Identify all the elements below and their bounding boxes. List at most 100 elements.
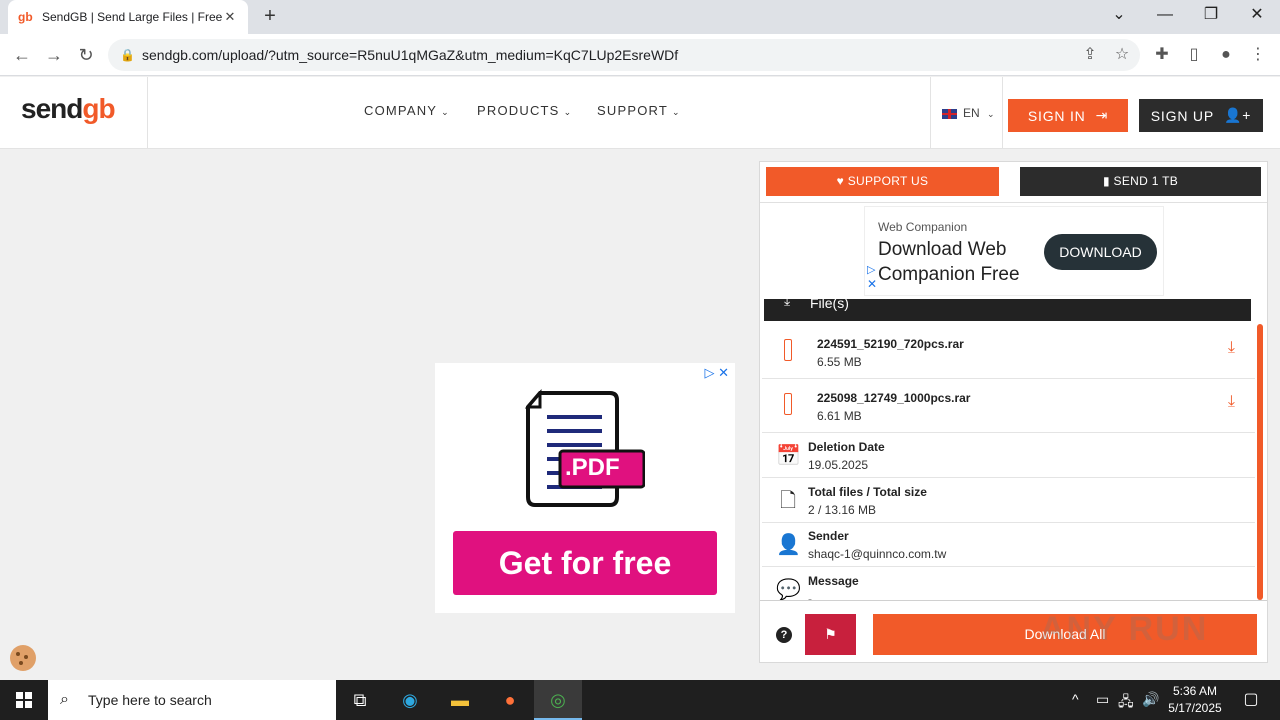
get-for-free-button[interactable]: Get for free <box>453 531 717 595</box>
start-button[interactable] <box>0 680 48 720</box>
search-placeholder: Type here to search <box>88 692 212 708</box>
menu-company[interactable]: COMPANY ⌄ <box>364 103 450 118</box>
support-us-button[interactable]: ♥ SUPPORT US <box>766 167 999 196</box>
system-clock[interactable]: 5:36 AM 5/17/2025 <box>1160 683 1230 717</box>
logo-text-send: send <box>21 93 83 124</box>
chevron-down-icon: ⌄ <box>672 107 681 117</box>
browser-tab[interactable]: gb SendGB | Send Large Files | Free f ✕ <box>8 0 248 34</box>
lock-icon: 🔒 <box>120 48 135 62</box>
file-explorer-icon[interactable]: ▬ <box>436 680 484 720</box>
profile-avatar-icon[interactable]: ● <box>1214 43 1238 67</box>
flag-icon: ⚑ <box>824 626 837 642</box>
advertisement-pdf[interactable]: ▷ ✕ .PDF Get for free <box>435 363 735 613</box>
pdf-badge-label: .PDF <box>565 454 620 481</box>
pdf-document-icon <box>525 388 645 507</box>
chevron-down-icon: ⌄ <box>563 107 573 117</box>
taskbar-search-input[interactable]: ⌕ Type here to search <box>48 680 336 720</box>
archive-file-icon <box>784 393 792 415</box>
info-label: Sender <box>808 529 849 543</box>
header-divider <box>930 77 931 149</box>
site-header: sendgb COMPANY ⌄ PRODUCTS ⌄ SUPPORT ⌄ EN ⌄ … <box>0 77 1280 149</box>
panel-divider <box>760 202 1267 203</box>
anyrun-watermark: ANY RUN <box>1040 610 1209 648</box>
cookie-settings-icon[interactable] <box>10 645 36 671</box>
advertisement-web-companion[interactable]: Web Companion Download Web Companion Fre… <box>864 206 1164 296</box>
info-value: - <box>808 592 812 600</box>
info-label: Deletion Date <box>808 440 885 454</box>
info-value: 2 / 13.16 MB <box>808 503 877 517</box>
language-selector[interactable]: EN ⌄ <box>942 106 995 120</box>
tab-close-icon[interactable]: ✕ <box>222 9 238 25</box>
ad-choices-icon[interactable]: ▷ <box>867 263 875 276</box>
notification-icon[interactable]: ▢ <box>1236 680 1266 720</box>
bookmark-star-icon[interactable]: ☆ <box>1110 43 1134 67</box>
report-flag-button[interactable]: ⚑ <box>805 614 856 655</box>
volume-icon[interactable]: 🔊 <box>1142 691 1159 708</box>
archive-file-icon <box>784 339 792 361</box>
panel-scrollbar[interactable] <box>1257 324 1263 600</box>
uk-flag-icon <box>942 108 957 119</box>
task-view-icon[interactable]: ⧉ <box>336 680 384 720</box>
close-window-button[interactable]: ✕ <box>1242 4 1272 28</box>
send-1tb-button[interactable]: ▮ SEND 1 TB <box>1020 167 1261 196</box>
url-text: sendgb.com/upload/?utm_source=R5nuU1qMGa… <box>142 47 679 63</box>
new-tab-button[interactable]: + <box>258 5 282 29</box>
file-size: 6.55 MB <box>817 355 862 369</box>
battery-icon[interactable]: ▭ <box>1096 691 1109 708</box>
menu-support[interactable]: SUPPORT ⌄ <box>597 103 681 118</box>
logo-text-gb: gb <box>82 93 115 124</box>
chrome-icon[interactable]: ◎ <box>534 680 582 720</box>
send-1tb-label: SEND 1 TB <box>1113 174 1179 188</box>
menu-products[interactable]: PRODUCTS ⌄ <box>477 103 572 118</box>
tab-search-dropdown-icon[interactable]: ⌄ <box>1104 4 1134 28</box>
header-divider <box>1002 77 1003 149</box>
windows-taskbar: ⌕ Type here to search ⧉ ◉ ▬ ● ◎ ^ ▭ 🖧 🔊 … <box>0 680 1280 720</box>
ad-choices-icon[interactable]: ▷ ✕ <box>704 365 729 381</box>
side-panel-icon[interactable]: ▯ <box>1182 43 1206 67</box>
browser-menu-icon[interactable]: ⋮ <box>1246 43 1270 67</box>
menu-support-label: SUPPORT <box>597 103 669 118</box>
restore-button[interactable]: ❐ <box>1196 4 1226 28</box>
share-icon[interactable]: ⇪ <box>1078 43 1102 67</box>
file-row[interactable]: 225098_12749_1000pcs.rar 6.61 MB ⤓ <box>762 380 1255 433</box>
ad-headline: Download Web Companion Free <box>878 239 1020 285</box>
sign-in-icon: ⇥ <box>1095 107 1109 123</box>
header-divider <box>147 77 148 149</box>
sign-in-button[interactable]: SIGN IN ⇥ <box>1008 99 1128 132</box>
extensions-icon[interactable]: ✚ <box>1150 43 1174 67</box>
file-download-icon[interactable]: ⤓ <box>1228 393 1235 411</box>
info-label: Total files / Total size <box>808 485 927 499</box>
sendgb-logo[interactable]: sendgb <box>21 93 116 133</box>
chevron-down-icon: ⌄ <box>441 107 450 117</box>
sign-up-button[interactable]: SIGN UP 👤+ <box>1139 99 1263 132</box>
download-panel: ♥ SUPPORT US ▮ SEND 1 TB Web Companion D… <box>759 161 1268 663</box>
back-icon[interactable]: ← <box>10 43 34 67</box>
support-us-label: SUPPORT US <box>847 174 929 188</box>
file-icon: ▮ <box>1102 174 1114 188</box>
calendar-icon: 📅 <box>776 445 801 467</box>
chevron-up-icon[interactable]: ^ <box>1072 691 1079 707</box>
file-row[interactable]: 224591_52190_720pcs.rar 6.55 MB ⤓ <box>762 326 1255 379</box>
sign-up-label: SIGN UP <box>1150 107 1214 124</box>
network-icon[interactable]: 🖧 <box>1118 691 1134 715</box>
ad-close-icon[interactable]: ✕ <box>867 277 877 291</box>
minimize-button[interactable]: — <box>1150 4 1180 28</box>
firefox-icon[interactable]: ● <box>486 680 534 720</box>
language-label: EN <box>963 106 980 120</box>
ad-brand: Web Companion <box>878 220 968 234</box>
ad-download-button[interactable]: DOWNLOAD <box>1044 234 1157 270</box>
file-icon: 🗋 <box>779 490 797 512</box>
file-size: 6.61 MB <box>817 409 862 423</box>
windows-logo-icon <box>16 692 32 708</box>
edge-icon[interactable]: ◉ <box>386 680 434 720</box>
search-icon: ⌕ <box>60 691 69 708</box>
file-download-icon[interactable]: ⤓ <box>1228 339 1235 357</box>
address-bar[interactable]: 🔒 sendgb.com/upload/?utm_source=R5nuU1qM… <box>108 39 1140 71</box>
info-row-message: 💬 Message - <box>762 568 1255 600</box>
tab-title: SendGB | Send Large Files | Free f <box>42 10 222 24</box>
chevron-down-icon: ⌄ <box>987 109 995 119</box>
reload-icon[interactable]: ↻ <box>74 43 98 67</box>
help-icon[interactable]: ? <box>776 627 792 643</box>
files-header-label: File(s) <box>810 299 849 311</box>
forward-icon[interactable]: → <box>42 43 66 67</box>
